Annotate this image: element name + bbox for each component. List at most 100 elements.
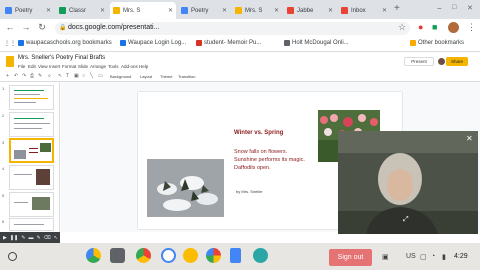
menu-insert[interactable]: Insert [49,64,60,69]
play-store-icon[interactable] [206,248,221,263]
reload-icon[interactable]: ↻ [36,22,48,33]
bookmark-holt[interactable]: Holt McDougal Onli... [284,40,349,46]
background-button[interactable]: Background [110,74,131,79]
transition-button[interactable]: Transition [178,74,195,79]
star-icon[interactable]: ☆ [398,22,406,33]
shape-icon[interactable]: ○ [82,73,85,79]
chrome-icon[interactable] [136,248,151,263]
menu-edit[interactable]: Edit [28,64,36,69]
lock-icon[interactable]: 🔒 [59,24,66,31]
line-icon[interactable]: ╲ [90,73,93,79]
comment-icon[interactable]: ▭ [98,73,103,79]
extension-icon[interactable]: ● [418,22,423,32]
menu-file[interactable]: File [18,64,25,69]
google-docs-icon[interactable] [230,248,241,263]
close-video-icon[interactable]: ✕ [466,134,473,143]
redo-icon[interactable]: ↷ [22,73,26,79]
files-icon[interactable] [183,248,198,263]
close-tab-icon[interactable]: ✕ [272,7,279,14]
slide-thumbnail-6[interactable] [9,218,54,231]
menu-slide[interactable]: Slide [78,64,88,69]
new-tab-icon[interactable]: + [394,3,400,14]
close-tab-icon[interactable]: ✕ [98,7,105,14]
menu-addons[interactable]: Add-ons [121,64,138,69]
bookmark-waupace-login[interactable]: Waupace Login Log... [120,40,186,46]
poem-byline[interactable]: by Mrs. Sneller [236,189,263,194]
sign-out-button[interactable]: Sign out [329,249,372,266]
select-icon[interactable]: ↖ [58,73,62,79]
pen-icon[interactable]: ✎ [21,235,25,241]
slide-title[interactable]: Winter vs. Spring [234,130,283,136]
bookmark-memoir[interactable]: student- Memoir Pu... [196,40,261,46]
print-icon[interactable]: ⎙ [30,73,34,79]
pen-icon[interactable]: ✎ [36,235,40,241]
image-icon[interactable]: ▣ [74,73,79,79]
minimize-icon[interactable]: − [437,4,442,13]
screen-capture-icon[interactable]: ▣ [382,253,389,261]
tab-mrs-s-active[interactable]: Mrs. S ✕ [110,2,176,19]
tab-jabber[interactable]: Jabbe ✕ [284,2,336,19]
snow-flower-image[interactable] [147,159,224,217]
eraser-icon[interactable]: ⌫ [44,235,51,241]
camera-app-icon[interactable] [110,248,125,263]
maximize-icon[interactable]: □ [452,4,456,11]
tab-classroom[interactable]: Classr ✕ [56,2,108,19]
menu-view[interactable]: View [38,64,48,69]
extension-icon[interactable]: ■ [432,22,437,32]
pause-icon[interactable]: ❚❚ [10,235,18,241]
undo-icon[interactable]: ↶ [14,73,18,79]
menu-arrange[interactable]: Arrange [90,64,106,69]
apps-icon[interactable]: ⋮⋮ [4,40,16,47]
add-slide-icon[interactable]: + [6,73,9,79]
share-button[interactable]: Share [446,57,468,66]
layout-button[interactable]: Layout [140,74,152,79]
pointer-icon[interactable]: ↖ [54,235,58,241]
tab-poetry-1[interactable]: Poetry ✕ [2,2,54,19]
clock[interactable]: 4:29 [454,253,468,260]
theme-button[interactable]: Theme [160,74,172,79]
present-button[interactable]: Present [404,57,434,66]
forward-arrow-icon[interactable]: → [20,22,32,32]
launcher-icon[interactable] [8,252,17,261]
textbox-icon[interactable]: T [66,73,69,79]
tab-poetry-2[interactable]: Poetry ✕ [178,2,230,19]
menu-format[interactable]: Format [62,64,76,69]
notification-icon[interactable]: ▢ [420,253,427,261]
zoom-icon[interactable]: ⌕ [48,73,51,79]
google-drive-icon[interactable] [86,248,101,263]
menu-tools[interactable]: Tools [108,64,119,69]
tab-inbox[interactable]: Inbox ✕ [338,2,390,19]
paint-format-icon[interactable]: ✎ [38,73,42,79]
wifi-icon[interactable]: ◔ [431,253,435,260]
bookmark-other[interactable]: Other bookmarks [410,40,464,46]
locale-indicator[interactable]: US [406,253,416,260]
google-icon[interactable] [161,248,176,263]
back-arrow-icon[interactable]: ← [4,22,16,32]
close-tab-icon[interactable]: ✕ [44,7,51,14]
slide-thumbnail-5[interactable] [9,192,54,217]
play-icon[interactable]: ▶ [3,235,7,241]
close-tab-icon[interactable]: ✕ [380,7,387,14]
close-tab-icon[interactable]: ✕ [166,7,173,14]
menu-help[interactable]: Help [139,64,148,69]
close-window-icon[interactable]: ✕ [467,4,473,12]
expand-video-icon[interactable]: ⤢ [403,216,409,224]
slide-thumbnail-2[interactable] [9,112,54,137]
battery-icon[interactable]: ▮ [442,253,446,261]
app-icon[interactable] [253,248,268,263]
url-text[interactable]: docs.google.com/presentati... [68,24,159,31]
slide-thumbnail-4[interactable] [9,165,54,190]
close-tab-icon[interactable]: ✕ [326,7,333,14]
slide-thumbnail-1[interactable] [9,85,54,110]
chrome-menu-icon[interactable]: ⋮ [467,22,476,33]
close-tab-icon[interactable]: ✕ [220,7,227,14]
poem-line[interactable]: Sunshine performs its magic. [234,157,305,163]
poem-line[interactable]: Snow falls on flowers. [234,149,287,155]
slide-thumbnail-3-selected[interactable] [9,138,54,163]
highlighter-icon[interactable]: ▬ [28,235,33,241]
bookmark-waupacaschools[interactable]: waupacaschools.org bookmarks [18,40,112,46]
poem-line[interactable]: Daffodils open. [234,165,271,171]
document-title[interactable]: Mrs. Sneller's Poetry Final Brafts [18,55,105,61]
tab-mrs-s-2[interactable]: Mrs. S ✕ [232,2,282,19]
profile-avatar[interactable] [448,22,459,33]
